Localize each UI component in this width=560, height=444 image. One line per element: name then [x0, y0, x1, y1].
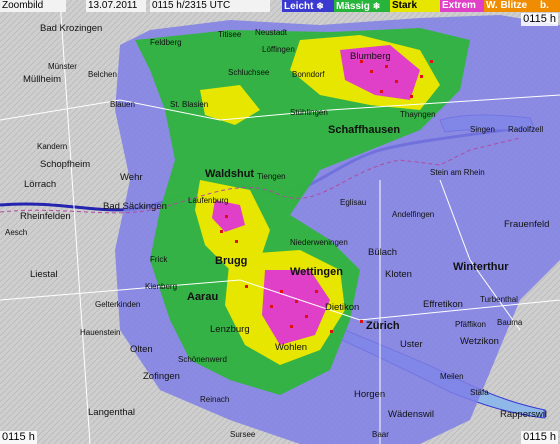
snowflake-icon: ❄ — [316, 1, 324, 11]
place-lenzburg: Lenzburg — [210, 324, 250, 335]
place-bad-saeckingen: Bad Säckingen — [103, 201, 167, 212]
place-eglisau: Eglisau — [340, 198, 367, 207]
date-label: 13.07.2011 — [86, 0, 146, 12]
place-singen: Singen — [470, 125, 495, 134]
legend-blitze: W. Blitze — [484, 0, 538, 12]
time-label: 0115 h/2315 UTC — [150, 0, 270, 12]
radar-map: Winterthur Zürich Wettingen Schaffhausen… — [0, 0, 560, 444]
place-effretikon: Effretikon — [423, 299, 463, 310]
place-kandern: Kandern — [37, 142, 68, 151]
place-laufenburg: Laufenburg — [188, 196, 229, 205]
legend-massig-label: Mässig — [336, 1, 370, 12]
place-st-blasien: St. Blasien — [170, 100, 209, 109]
place-stuehlingen: Stühlingen — [290, 108, 328, 117]
place-feldberg: Feldberg — [150, 38, 182, 47]
place-radolfzell: Radolfzell — [508, 125, 544, 134]
place-muellheim: Müllheim — [23, 74, 62, 85]
place-sursee: Sursee — [230, 430, 256, 439]
place-staefa: Stäfa — [470, 388, 489, 397]
place-kienberg: Kienberg — [145, 282, 178, 291]
place-kloten: Kloten — [385, 269, 412, 280]
place-titisee: Titisee — [218, 30, 242, 39]
place-meilen: Meilen — [440, 372, 464, 381]
place-belchen: Belchen — [88, 70, 117, 79]
place-tiengen: Tiengen — [257, 172, 286, 181]
place-neustadt: Neustadt — [255, 28, 288, 37]
place-turbenthal: Turbenthal — [480, 295, 518, 304]
place-waldshut: Waldshut — [205, 168, 255, 180]
place-loerrach: Lörrach — [24, 179, 57, 190]
place-wehr: Wehr — [120, 172, 143, 183]
legend-bar: Zoombild 13.07.2011 0115 h/2315 UTC Leic… — [0, 0, 560, 12]
place-wettingen: Wettingen — [290, 266, 343, 278]
corner-time-top-right: 0115 h — [521, 13, 558, 26]
place-stein-am-rhein: Stein am Rhein — [430, 168, 485, 177]
place-bauma: Bauma — [497, 318, 523, 327]
legend-leicht-label: Leicht — [284, 1, 314, 12]
place-wetzikon: Wetzikon — [460, 336, 499, 347]
place-dietikon: Dietikon — [325, 302, 360, 313]
place-frauenfeld: Frauenfeld — [504, 219, 550, 230]
place-bad-krozingen: Bad Krozingen — [40, 23, 103, 34]
snowflake-icon: ❄ — [372, 1, 381, 11]
place-thayngen: Thayngen — [400, 110, 436, 119]
place-zuerich: Zürich — [366, 320, 400, 332]
map-base — [0, 0, 560, 444]
place-liestal: Liestal — [30, 269, 58, 280]
place-pfaeffikon: Pfäffikon — [455, 320, 486, 329]
place-waedenswil: Wädenswil — [388, 409, 434, 420]
place-blauen: Blauen — [110, 100, 135, 109]
legend-stark: Stark — [390, 0, 444, 12]
place-buelach: Bülach — [368, 247, 398, 258]
legend-b: b. — [538, 0, 560, 12]
place-olten: Olten — [130, 344, 153, 355]
place-bonndorf: Bonndorf — [292, 70, 325, 79]
place-schaffhausen: Schaffhausen — [328, 124, 401, 136]
place-schopfheim: Schopfheim — [40, 159, 91, 170]
place-schoenenwerd: Schönenwerd — [178, 355, 227, 364]
place-langenthal: Langenthal — [88, 407, 136, 418]
place-rapperswil: Rapperswil — [500, 409, 547, 420]
place-uster: Uster — [400, 339, 423, 350]
place-aarau: Aarau — [187, 291, 219, 303]
place-horgen: Horgen — [354, 389, 386, 400]
view-label: Zoombild — [0, 0, 66, 12]
legend-massig: Mässig ❄ — [334, 0, 394, 12]
place-niederweningen: Niederweningen — [290, 238, 348, 247]
place-brugg: Brugg — [215, 255, 248, 267]
place-wohlen: Wohlen — [275, 342, 308, 353]
place-baar: Baar — [372, 430, 389, 439]
place-muenster: Münster — [48, 62, 77, 71]
legend-leicht: Leicht ❄ — [282, 0, 338, 12]
place-schluchsee: Schluchsee — [228, 68, 270, 77]
place-andelfingen: Andelfingen — [392, 210, 435, 219]
place-aesch: Aesch — [5, 228, 28, 237]
place-loeffingen: Löffingen — [262, 45, 295, 54]
legend-extrem: Extrem — [440, 0, 484, 12]
place-blumberg: Blumberg — [350, 51, 391, 62]
place-reinach: Reinach — [200, 395, 230, 404]
corner-time-bottom-left: 0115 h — [0, 431, 37, 444]
corner-time-bottom-right: 0115 h — [521, 431, 558, 444]
place-hauenstein: Hauenstein — [80, 328, 121, 337]
place-frick: Frick — [150, 255, 168, 264]
place-rheinfelden: Rheinfelden — [20, 211, 71, 222]
place-winterthur: Winterthur — [453, 261, 509, 273]
place-zofingen: Zofingen — [143, 371, 180, 382]
place-gelterkinden: Gelterkinden — [95, 300, 141, 309]
